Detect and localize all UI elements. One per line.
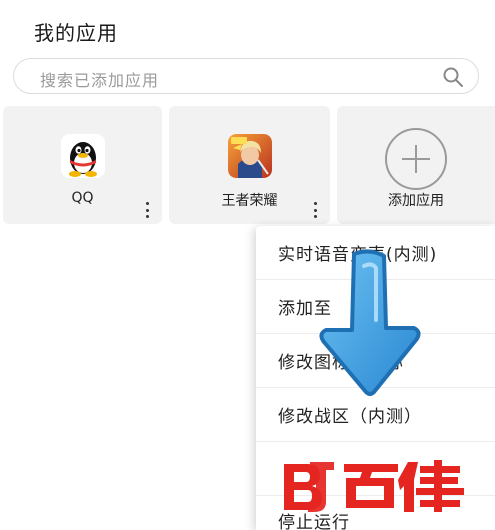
more-options-icon[interactable] <box>310 202 320 218</box>
qq-penguin-icon <box>60 134 105 178</box>
menu-item-label: 修改战区（内测） <box>278 407 422 427</box>
app-card-honor-of-kings[interactable]: 王者荣耀 <box>169 106 330 224</box>
page-title: 我的应用 <box>34 21 118 45</box>
app-name-qq: QQ <box>71 190 94 206</box>
honor-of-kings-icon <box>227 134 272 178</box>
search-placeholder: 搜索已添加应用 <box>40 71 160 90</box>
more-options-icon[interactable] <box>142 202 152 218</box>
search-input[interactable]: 搜索已添加应用 <box>13 58 479 94</box>
add-app-card[interactable]: 添加应用 <box>337 106 495 224</box>
app-grid: QQ 王者荣耀 添加应用 <box>0 106 495 224</box>
baijia-logo <box>284 460 464 512</box>
down-arrow-icon <box>319 249 421 396</box>
app-card-qq[interactable]: QQ <box>3 106 162 224</box>
app-name-honor-of-kings: 王者荣耀 <box>221 193 278 209</box>
add-app-label: 添加应用 <box>388 193 444 209</box>
search-icon[interactable] <box>442 66 464 88</box>
plus-circle-icon <box>385 128 447 190</box>
